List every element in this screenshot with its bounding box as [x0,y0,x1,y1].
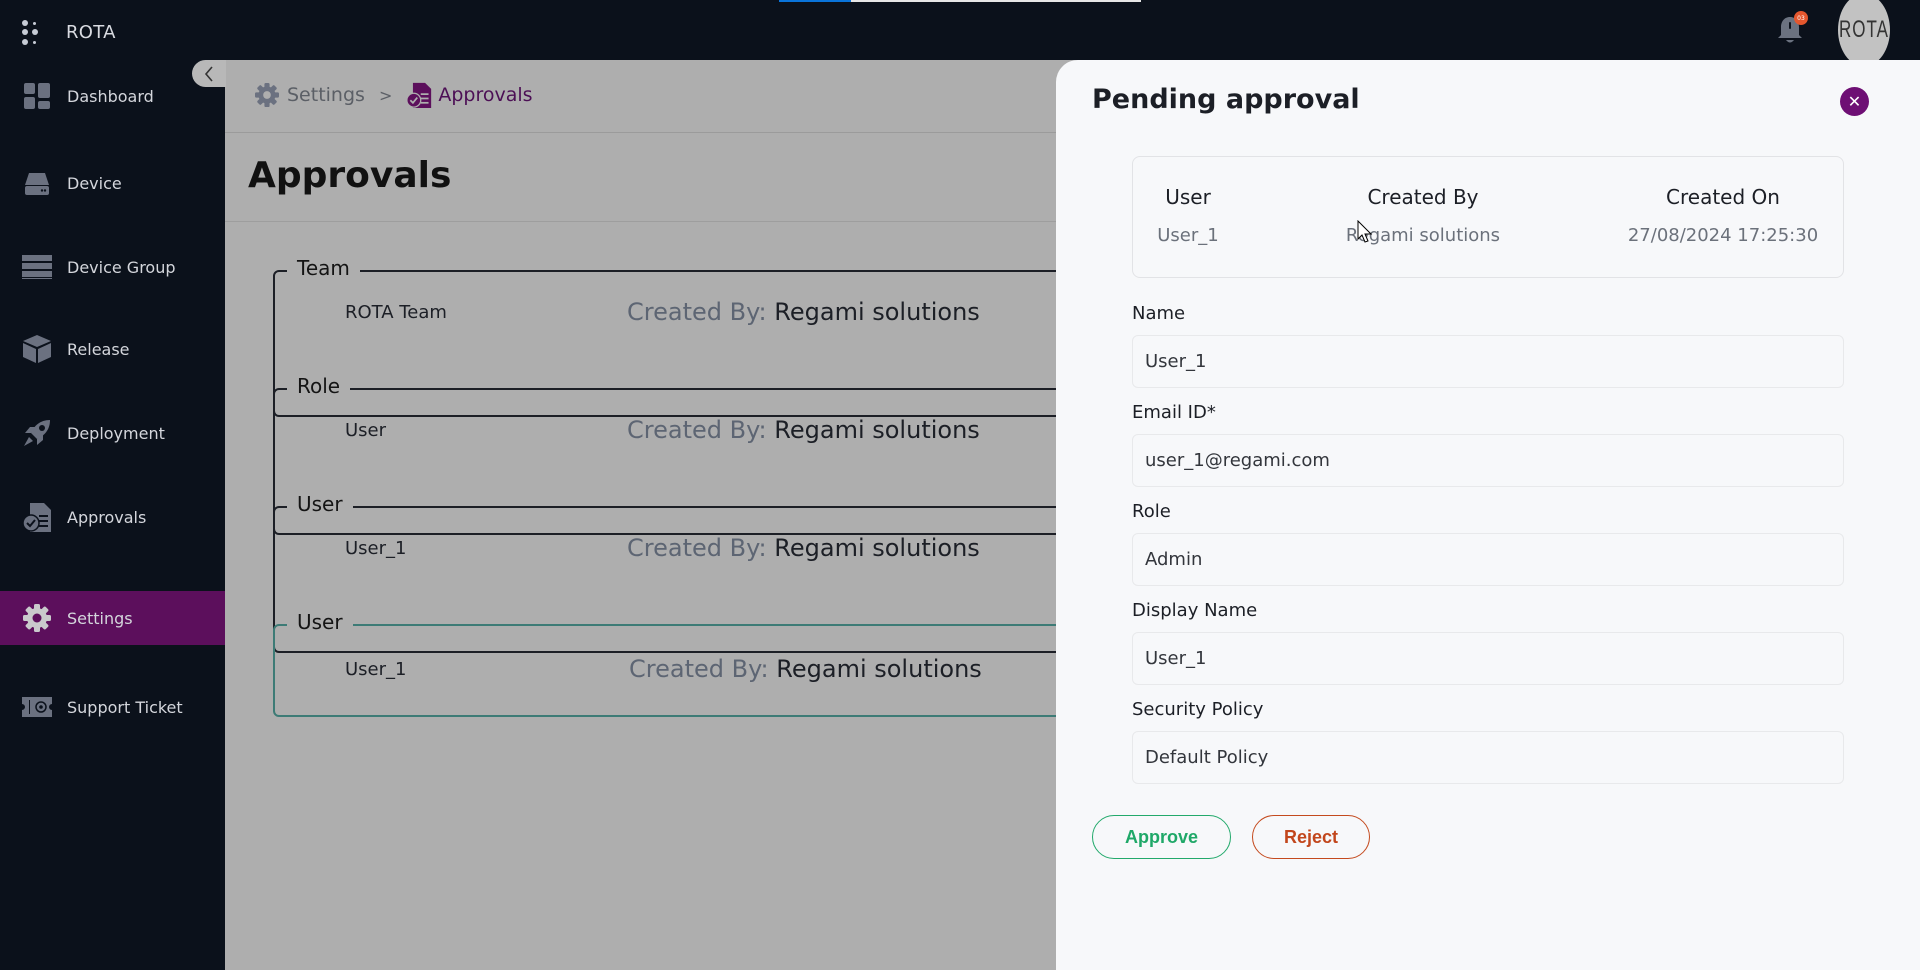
summary-created-by: Created By Regami solutions [1345,185,1501,246]
name-field[interactable]: User_1 [1132,335,1844,388]
approval-summary: User User_1 Created By Regami solutions … [1132,156,1844,278]
dashboard-icon [22,81,52,111]
brand[interactable]: ROTA [22,18,116,46]
breadcrumb: Settings > Approvals [255,82,533,108]
drawer-title: Pending approval [1092,84,1360,115]
mouse-cursor-icon [1357,220,1373,243]
display-name-label: Display Name [1132,600,1258,621]
sidebar-item-label: Approvals [67,507,147,527]
card-created-by: Created By: Regami solutions [627,416,980,444]
card-created-by: Created By: Regami solutions [629,655,982,683]
sidebar-item-deployment[interactable]: Deployment [0,406,225,460]
email-field[interactable]: user_1@regami.com [1132,434,1844,487]
breadcrumb-separator: > [378,85,393,105]
sidebar-item-device[interactable]: Device [0,156,225,210]
close-button[interactable]: ✕ [1840,87,1869,116]
sidebar-item-label: Settings [67,608,133,628]
sidebar-item-approvals[interactable]: Approvals [0,490,225,544]
sidebar-item-settings[interactable]: Settings [0,591,225,645]
card-name: User_1 [345,538,407,559]
card-type-label: User [287,610,353,634]
summary-created-on: Created On 27/08/2024 17:25:30 [1627,185,1819,246]
sidebar-item-label: Device [67,173,122,193]
security-policy-field[interactable]: Default Policy [1132,731,1844,784]
sidebar-item-dashboard[interactable]: Dashboard [0,69,225,123]
sidebar: Dashboard Device Device Group Release De… [0,60,225,970]
sidebar-item-label: Dashboard [67,86,154,106]
sidebar-item-release[interactable]: Release [0,322,225,376]
pending-approval-drawer: Pending approval ✕ User User_1 Created B… [1056,60,1920,970]
card-created-by: Created By: Regami solutions [627,298,980,326]
sidebar-item-device-group[interactable]: Device Group [0,240,225,294]
card-type-label: Role [287,374,351,398]
summary-user: User User_1 [1157,185,1219,246]
page-title: Approvals [248,155,452,196]
sidebar-item-label: Device Group [67,257,176,277]
approve-button[interactable]: Approve [1092,815,1231,859]
sidebar-item-label: Support Ticket [67,697,183,717]
card-type-label: Team [287,256,360,280]
sidebar-item-support-ticket[interactable]: Support Ticket [0,680,225,734]
breadcrumb-settings-link[interactable]: Settings [287,84,365,106]
approval-document-icon [22,502,52,532]
gear-icon [22,603,52,633]
avatar-text: ROTA [1839,16,1889,43]
sidebar-item-label: Deployment [67,423,165,443]
role-label: Role [1132,501,1171,522]
approval-document-icon [406,82,432,108]
top-bar: ROTA 03 ROTA [0,0,1920,67]
user-avatar[interactable]: ROTA [1838,0,1890,67]
app-menu-icon[interactable] [22,18,40,46]
card-name: User_1 [345,659,407,680]
gear-icon [255,83,279,107]
rocket-icon [22,418,52,448]
card-name: ROTA Team [345,302,447,323]
chevron-left-icon [204,65,213,82]
breadcrumb-approvals-current: Approvals [438,84,533,106]
sidebar-collapse-button[interactable] [192,60,226,87]
security-policy-label: Security Policy [1132,699,1264,720]
box-icon [22,334,52,364]
app-name: ROTA [66,21,116,43]
reject-button[interactable]: Reject [1252,815,1370,859]
card-name: User [345,420,387,441]
card-type-label: User [287,492,353,516]
display-name-field[interactable]: User_1 [1132,632,1844,685]
role-field[interactable]: Admin [1132,533,1844,586]
server-rack-icon [22,252,52,282]
email-label: Email ID* [1132,402,1216,423]
page-load-progress [779,0,1141,2]
ticket-icon [22,692,52,722]
sidebar-item-label: Release [67,339,130,359]
name-label: Name [1132,303,1186,324]
close-icon: ✕ [1847,92,1862,111]
progress-fill [779,0,852,2]
hard-drive-icon [22,168,52,198]
notification-badge: 03 [1794,11,1808,25]
card-created-by: Created By: Regami solutions [627,534,980,562]
